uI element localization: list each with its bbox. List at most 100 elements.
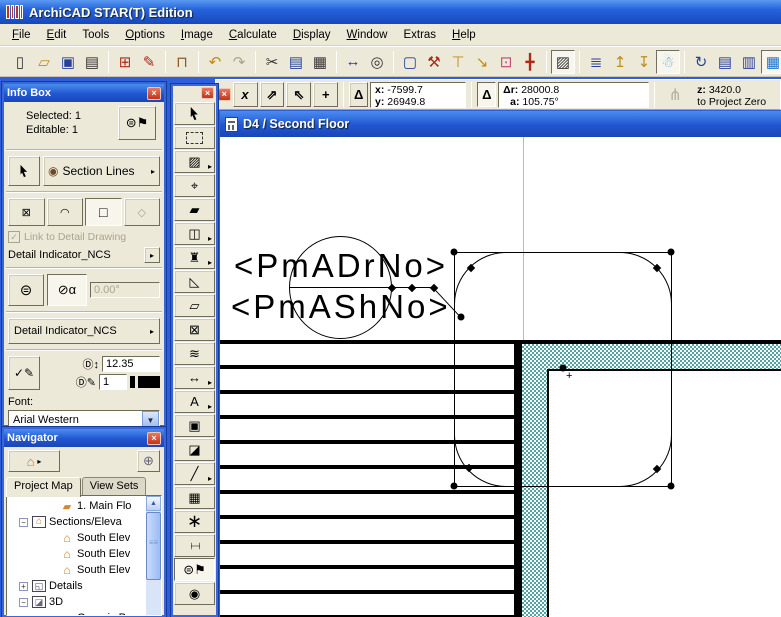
tree-scrollbar[interactable]: ▲ ≡≡ bbox=[146, 496, 161, 615]
selection-handle[interactable] bbox=[667, 248, 675, 256]
drag-copy-icon[interactable]: ↘ bbox=[470, 50, 494, 74]
checkbox-checked-icon[interactable]: ✓ bbox=[8, 231, 20, 243]
copy-icon[interactable]: ▤ bbox=[284, 50, 308, 74]
3d-axis-icon[interactable]: ↻ bbox=[689, 50, 713, 74]
angle-field[interactable]: 0.00° bbox=[90, 282, 160, 298]
toolbox-header[interactable]: × bbox=[173, 86, 216, 101]
menu-item[interactable]: Display bbox=[285, 26, 339, 44]
toolbox-close-icon[interactable]: × bbox=[201, 87, 214, 99]
tree-item-south-elev-1[interactable]: ⌂ South Elev bbox=[7, 530, 146, 546]
ghost-story-icon[interactable]: ☃ bbox=[656, 49, 680, 74]
paste-icon[interactable]: ▦ bbox=[308, 50, 332, 74]
line-tool[interactable]: ╱ ▸ bbox=[174, 462, 215, 485]
redo-icon[interactable]: ↷ bbox=[227, 50, 251, 74]
coordinate-bar-close-icon[interactable]: × bbox=[218, 88, 231, 101]
zone-tool[interactable]: ▣ bbox=[174, 414, 215, 437]
open-file-icon[interactable]: ▱ bbox=[32, 50, 56, 74]
apply-pen-button[interactable]: ✓✎ bbox=[8, 356, 40, 390]
selection-handle[interactable] bbox=[667, 482, 675, 490]
navigator-close-icon[interactable]: × bbox=[147, 431, 161, 445]
element-type-button[interactable]: ◉ Section Lines ▸ bbox=[43, 156, 160, 186]
menu-item[interactable]: Window bbox=[339, 26, 396, 44]
print-icon[interactable]: ▤ bbox=[80, 50, 104, 74]
tree-item-3d[interactable]: − ◪ 3D bbox=[7, 594, 146, 610]
user-origin-icon[interactable]: ╋ bbox=[518, 50, 542, 74]
stair-tool[interactable]: ◺ bbox=[174, 270, 215, 293]
user-origin-button[interactable]: + bbox=[313, 82, 339, 107]
detail-settings-button[interactable]: ⊜⚑ bbox=[118, 106, 156, 140]
story-down-icon[interactable]: ↧ bbox=[632, 50, 656, 74]
multiply-icon[interactable]: ⊡ bbox=[494, 50, 518, 74]
arrow-tool[interactable] bbox=[174, 102, 215, 125]
marker-horizontal-button[interactable]: ⊜ bbox=[8, 274, 44, 306]
geometry-rectangle-button[interactable]: □ bbox=[85, 198, 122, 226]
marker-text-drawing-number[interactable]: <PmADrNo> bbox=[234, 247, 448, 285]
3d-cutting-icon[interactable]: ⚒ bbox=[422, 50, 446, 74]
menu-item[interactable]: Image bbox=[173, 26, 221, 44]
text-tool[interactable]: A ▸ bbox=[174, 390, 215, 413]
menu-item[interactable]: Tools bbox=[74, 26, 117, 44]
grid-snap-button[interactable]: x bbox=[232, 82, 258, 107]
geometry-polyline-button[interactable]: ◠ bbox=[46, 198, 83, 226]
virtual-trace-icon[interactable]: ⊤ bbox=[446, 50, 470, 74]
marker-text-sheet-number[interactable]: <PmAShNo> bbox=[231, 288, 451, 326]
marker-flyout-button[interactable]: ▸ bbox=[144, 247, 160, 263]
expand-toggle-icon[interactable]: + bbox=[19, 581, 28, 591]
figure-tool[interactable]: ▦ bbox=[174, 486, 215, 509]
menu-item[interactable]: Calculate bbox=[221, 26, 285, 44]
undo-icon[interactable]: ↶ bbox=[203, 50, 227, 74]
cut-icon[interactable]: ✂ bbox=[260, 50, 284, 74]
detail-tool[interactable]: ⊜⚑ bbox=[174, 558, 215, 581]
text-pen-field[interactable] bbox=[99, 374, 127, 390]
infobox-titlebar[interactable]: Info Box × bbox=[4, 84, 164, 102]
drawing-1-icon[interactable]: ▤ bbox=[713, 50, 737, 74]
view-sets-icon[interactable]: ⊕ bbox=[137, 450, 160, 472]
roof-tool[interactable]: ⊠ bbox=[174, 318, 215, 341]
infobox-close-icon[interactable]: × bbox=[147, 86, 161, 100]
slab-tool[interactable]: ▱ bbox=[174, 294, 215, 317]
fill-tool[interactable]: ◪ bbox=[174, 438, 215, 461]
tree-item-generic-perspective[interactable]: ◙ Generic Pe bbox=[7, 610, 146, 615]
active-drawing-icon[interactable]: ▦ bbox=[761, 49, 781, 74]
story-up-icon[interactable]: ↥ bbox=[608, 50, 632, 74]
resize-icon[interactable]: ↔ bbox=[341, 50, 365, 74]
geometry-single-button[interactable]: ⊠ bbox=[8, 198, 45, 226]
text-size-field[interactable] bbox=[102, 356, 160, 372]
publisher-icon[interactable]: ⊞ bbox=[113, 50, 137, 74]
markup-pen-icon[interactable]: ✎ bbox=[137, 50, 161, 74]
beam-tool[interactable]: ▰ bbox=[174, 198, 215, 221]
expand-toggle-icon[interactable]: − bbox=[19, 597, 28, 607]
marker-angle-button[interactable]: ⊘α bbox=[47, 274, 87, 306]
selection-handle[interactable] bbox=[450, 248, 458, 256]
hotspot-tool[interactable]: ∗ bbox=[174, 510, 215, 533]
find-select-icon[interactable]: ◎ bbox=[365, 50, 389, 74]
navigator-titlebar[interactable]: Navigator × bbox=[4, 429, 164, 447]
relative-polar-toggle[interactable]: Δ bbox=[477, 82, 497, 107]
tree-item-south-elev-2[interactable]: ⌂ South Elev bbox=[7, 546, 146, 562]
new-document-icon[interactable]: ▯ bbox=[8, 50, 32, 74]
column-tool[interactable]: ⌖ bbox=[174, 174, 215, 197]
menu-item[interactable]: Edit bbox=[39, 26, 75, 44]
skewed-grid-button[interactable]: ⇗ bbox=[259, 82, 285, 107]
tree-item-south-elev-3[interactable]: ⌂ South Elev bbox=[7, 562, 146, 578]
fill-display-icon[interactable]: ▨ bbox=[551, 49, 575, 74]
tree-item-main-floor[interactable]: ▰ 1. Main Flo bbox=[7, 498, 146, 514]
menu-item[interactable]: Options bbox=[117, 26, 173, 44]
pen-color-preview[interactable] bbox=[138, 376, 160, 388]
work-environment-icon[interactable]: ⊓ bbox=[170, 50, 194, 74]
menu-item[interactable]: Help bbox=[444, 26, 484, 44]
project-chooser-button[interactable]: ⌂ ▸ bbox=[8, 450, 60, 472]
save-icon[interactable]: ▣ bbox=[56, 50, 80, 74]
quick-select-button[interactable] bbox=[8, 156, 40, 186]
drawing-2-icon[interactable]: ▥ bbox=[737, 50, 761, 74]
relative-xy-toggle[interactable]: Δ bbox=[349, 82, 369, 107]
selection-handle[interactable] bbox=[450, 482, 458, 490]
tree-item-sections[interactable]: − ⌂ Sections/Eleva bbox=[7, 514, 146, 530]
camera-tool[interactable]: ◉ bbox=[174, 582, 215, 605]
story-settings-icon[interactable]: ≣ bbox=[584, 50, 608, 74]
rotated-grid-button[interactable]: ⇖ bbox=[286, 82, 312, 107]
marquee-tool[interactable] bbox=[174, 126, 215, 149]
polar-coordinate-field[interactable]: Δr: 28000.8 a: 105.75° bbox=[498, 81, 650, 108]
dimension-tool[interactable]: ↔ ▸ bbox=[174, 366, 215, 389]
menu-item[interactable]: File bbox=[4, 26, 39, 44]
